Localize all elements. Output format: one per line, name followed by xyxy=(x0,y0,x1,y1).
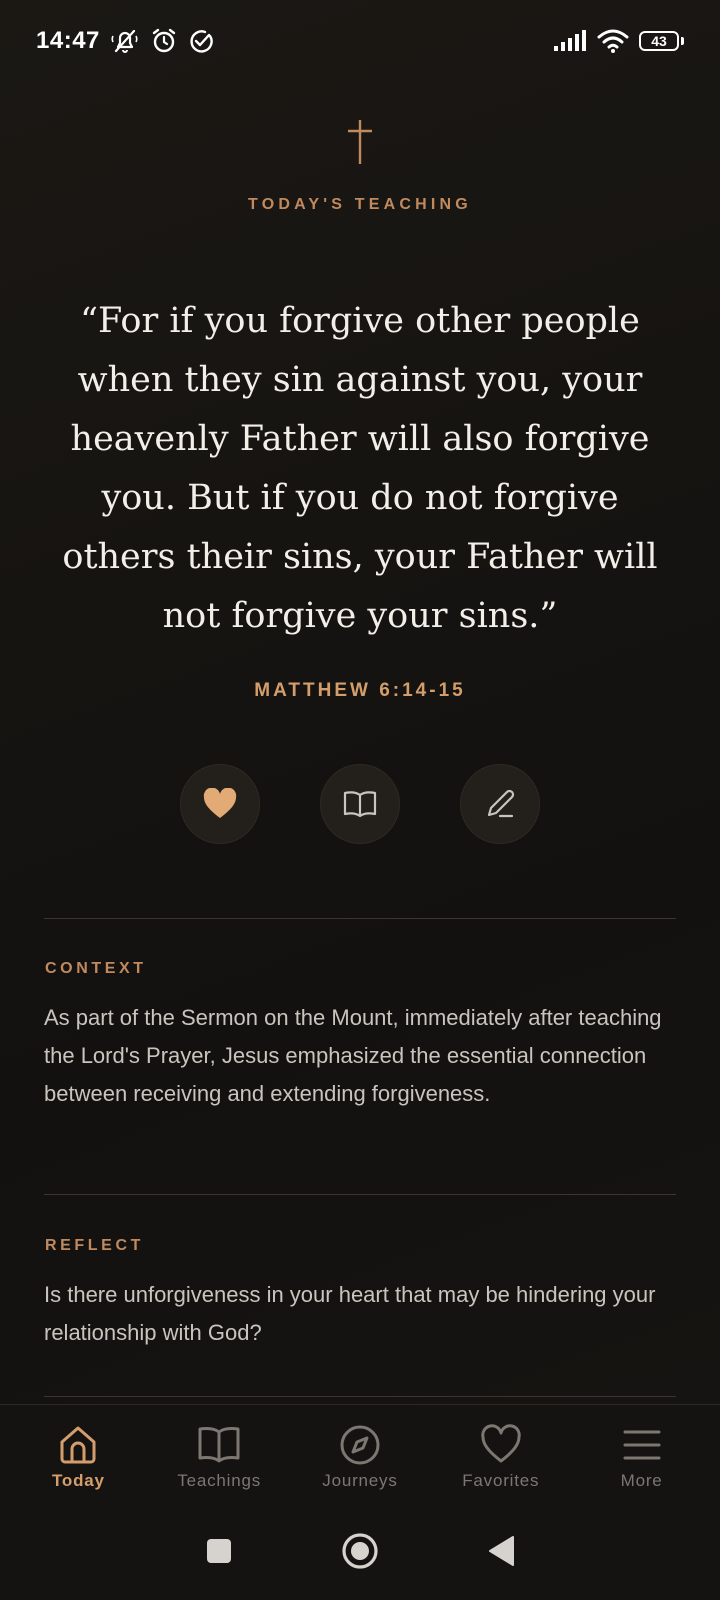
journal-button[interactable] xyxy=(460,764,540,844)
read-button[interactable] xyxy=(320,764,400,844)
wifi-icon xyxy=(597,28,629,54)
reflect-label: REFLECT xyxy=(45,1237,144,1254)
nav-label: Favorites xyxy=(462,1471,540,1490)
book-icon xyxy=(198,1426,240,1463)
nav-label: More xyxy=(620,1471,663,1490)
battery-level: 43 xyxy=(639,31,679,51)
status-time: 14:47 xyxy=(36,27,100,54)
heart-icon xyxy=(203,788,237,818)
compass-icon xyxy=(340,1425,380,1465)
context-text: As part of the Sermon on the Mount, imme… xyxy=(44,1005,662,1106)
nav-teachings[interactable]: Teachings xyxy=(154,1405,284,1491)
pencil-icon xyxy=(487,789,515,818)
scripture-quote: “For if you forgive other people when th… xyxy=(62,301,658,636)
alarm-icon xyxy=(150,27,178,55)
battery-tip xyxy=(681,37,684,45)
book-icon xyxy=(343,791,377,818)
context-label: CONTEXT xyxy=(45,960,147,977)
bottom-nav: Today Teachings Journeys Favorites More xyxy=(0,1404,720,1502)
cross-icon xyxy=(344,118,376,166)
check-circle-icon xyxy=(188,28,214,54)
home-icon xyxy=(60,1426,96,1464)
menu-icon xyxy=(623,1430,661,1460)
heart-icon xyxy=(481,1424,521,1463)
battery-icon: 43 xyxy=(639,31,684,51)
nav-label: Journeys xyxy=(322,1471,398,1490)
nav-favorites[interactable]: Favorites xyxy=(436,1405,566,1491)
favorite-button[interactable] xyxy=(180,764,260,844)
nav-label: Teachings xyxy=(177,1471,262,1490)
divider xyxy=(44,918,676,919)
mute-icon xyxy=(110,27,140,55)
back-button[interactable] xyxy=(487,1535,515,1567)
status-left: 14:47 xyxy=(36,27,214,55)
recents-button[interactable] xyxy=(205,1537,233,1565)
status-right: 43 xyxy=(553,28,684,54)
status-bar: 14:47 43 xyxy=(0,0,720,82)
circle-icon xyxy=(342,1533,378,1569)
home-button[interactable] xyxy=(341,1532,379,1570)
system-nav xyxy=(0,1502,720,1600)
signal-icon xyxy=(553,30,587,52)
nav-more[interactable]: More xyxy=(577,1405,707,1491)
divider xyxy=(44,1194,676,1195)
todays-teaching-label: TODAY'S TEACHING xyxy=(248,196,472,213)
square-icon xyxy=(207,1539,231,1563)
nav-label: Today xyxy=(51,1471,105,1490)
action-buttons xyxy=(180,764,540,844)
divider xyxy=(44,1396,676,1397)
nav-journeys[interactable]: Journeys xyxy=(295,1405,425,1491)
back-triangle-icon xyxy=(489,1536,514,1566)
scripture-reference: MATTHEW 6:14-15 xyxy=(254,680,466,701)
nav-today[interactable]: Today xyxy=(13,1405,143,1491)
reflect-text: Is there unforgiveness in your heart tha… xyxy=(44,1282,656,1345)
